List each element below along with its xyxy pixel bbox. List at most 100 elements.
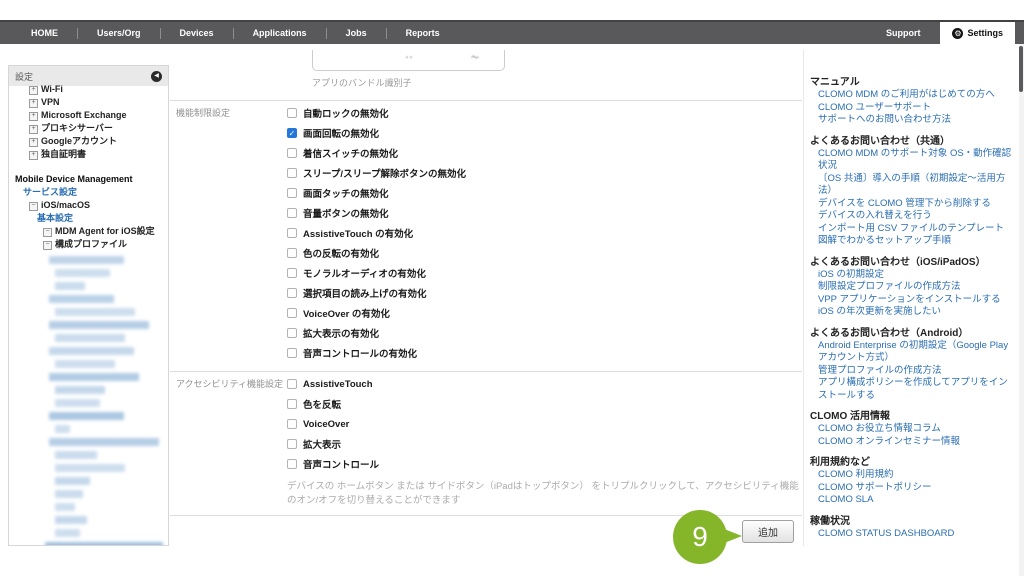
help-link[interactable]: iOS の年次更新を実施したい — [810, 306, 1017, 319]
help-link[interactable]: iOS の初期設定 — [810, 269, 1017, 282]
bundle-identifier-hint: アプリのバンドル識別子 — [312, 76, 411, 89]
collapse-icon[interactable]: − — [43, 228, 52, 237]
expand-icon[interactable]: + — [29, 151, 38, 160]
redacted-sidebar-item[interactable] — [45, 542, 163, 546]
redacted-sidebar-item[interactable] — [55, 282, 85, 290]
redacted-sidebar-item[interactable] — [55, 490, 83, 498]
expand-icon[interactable]: + — [29, 138, 38, 147]
help-link[interactable]: 管理プロファイルの作成方法 — [810, 365, 1017, 378]
help-link[interactable]: Android Enterprise の初期設定（Google Play アカウ… — [810, 340, 1017, 365]
help-link[interactable]: 〔OS 共通〕導入の手順（初期設定〜活用方法） — [810, 173, 1017, 198]
checkbox[interactable] — [287, 188, 297, 198]
redacted-sidebar-item[interactable] — [55, 451, 97, 459]
checkbox[interactable] — [287, 228, 297, 238]
expand-icon[interactable]: + — [29, 125, 38, 134]
checkbox[interactable] — [287, 308, 297, 318]
help-link[interactable]: CLOMO ユーザーサポート — [810, 102, 1017, 115]
nav-item-users-org[interactable]: Users/Org — [78, 28, 160, 38]
sidebar-item[interactable]: +Microsoft Exchange — [15, 109, 164, 122]
redacted-sidebar-item[interactable] — [49, 295, 114, 303]
redacted-sidebar-item[interactable] — [49, 438, 159, 446]
checkbox[interactable] — [287, 168, 297, 178]
help-link[interactable]: CLOMO お役立ち情報コラム — [810, 423, 1017, 436]
checkbox[interactable] — [287, 419, 297, 429]
add-button[interactable]: 追加 — [742, 520, 794, 543]
checkbox[interactable] — [287, 248, 297, 258]
redacted-sidebar-item[interactable] — [55, 425, 70, 433]
redacted-sidebar-item[interactable] — [55, 503, 75, 511]
support-button[interactable]: Support — [866, 28, 941, 38]
redacted-sidebar-item[interactable] — [49, 373, 139, 381]
nav-item-devices[interactable]: Devices — [161, 28, 233, 38]
sidebar-item[interactable]: +Googleアカウント — [15, 135, 164, 148]
redacted-sidebar-item[interactable] — [49, 412, 124, 420]
collapse-icon[interactable]: − — [43, 241, 52, 250]
checkbox[interactable] — [287, 268, 297, 278]
help-link[interactable]: CLOMO 利用規約 — [810, 469, 1017, 482]
scrollbar-thumb[interactable] — [1019, 46, 1023, 92]
help-link[interactable]: 図解でわかるセットアップ手順 — [810, 235, 1017, 248]
redacted-sidebar-item[interactable] — [55, 529, 80, 537]
nav-item-reports[interactable]: Reports — [387, 28, 459, 38]
help-section-title: CLOMO 活用情報 — [810, 410, 1017, 423]
redacted-sidebar-item[interactable] — [55, 477, 90, 485]
nav-item-home[interactable]: HOME — [12, 28, 77, 38]
expand-icon[interactable]: + — [29, 86, 38, 95]
sidebar-item[interactable]: +Wi-Fi — [15, 83, 164, 96]
help-link[interactable]: VPP アプリケーションをインストールする — [810, 294, 1017, 307]
sidebar-item[interactable]: サービス設定 — [15, 186, 164, 199]
sidebar-item[interactable]: −構成プロファイル — [15, 238, 164, 251]
redacted-sidebar-item[interactable] — [55, 464, 125, 472]
help-link[interactable]: CLOMO サポートポリシー — [810, 482, 1017, 495]
expand-icon[interactable]: + — [29, 112, 38, 121]
checkbox[interactable] — [287, 108, 297, 118]
redacted-sidebar-item[interactable] — [55, 269, 110, 277]
help-link[interactable]: アプリ構成ポリシーを作成してアプリをインストールする — [810, 377, 1017, 402]
redacted-sidebar-item[interactable] — [49, 321, 149, 329]
sidebar-collapse-icon[interactable]: ◀ — [151, 71, 162, 82]
redacted-sidebar-item[interactable] — [55, 360, 115, 368]
nav-item-applications[interactable]: Applications — [234, 28, 326, 38]
checkbox[interactable] — [287, 348, 297, 358]
help-link[interactable]: サポートへのお問い合わせ方法 — [810, 114, 1017, 127]
sidebar-item[interactable]: −iOS/macOS — [15, 199, 164, 212]
bundle-identifier-input[interactable]: ･･ 〜 — [312, 50, 505, 71]
sidebar-item[interactable]: −MDM Agent for iOS設定 — [15, 225, 164, 238]
sidebar-item[interactable]: +VPN — [15, 96, 164, 109]
help-link[interactable]: インポート用 CSV ファイルのテンプレート — [810, 223, 1017, 236]
help-link[interactable]: デバイスを CLOMO 管理下から削除する — [810, 198, 1017, 211]
help-link[interactable]: CLOMO STATUS DASHBOARD — [810, 528, 1017, 541]
checkbox[interactable] — [287, 459, 297, 469]
collapse-icon[interactable]: − — [29, 202, 38, 211]
checkbox[interactable] — [287, 379, 297, 389]
nav-item-jobs[interactable]: Jobs — [327, 28, 386, 38]
checkbox[interactable] — [287, 148, 297, 158]
redacted-sidebar-item[interactable] — [55, 516, 87, 524]
help-link[interactable]: CLOMO オンラインセミナー情報 — [810, 436, 1017, 449]
redacted-sidebar-item[interactable] — [49, 347, 134, 355]
redacted-sidebar-item[interactable] — [55, 308, 135, 316]
help-link[interactable]: CLOMO MDM のサポート対象 OS・動作確認状況 — [810, 148, 1017, 173]
help-link[interactable]: 制限設定プロファイルの作成方法 — [810, 281, 1017, 294]
redacted-sidebar-item[interactable] — [55, 334, 125, 342]
sidebar-item[interactable]: +プロキシサーバー — [15, 122, 164, 135]
sidebar-item[interactable]: 基本設定 — [15, 212, 164, 225]
help-link[interactable]: デバイスの入れ替えを行う — [810, 210, 1017, 223]
checkbox[interactable] — [287, 439, 297, 449]
help-section-title: よくあるお問い合わせ（Android） — [810, 327, 1017, 340]
checkbox[interactable] — [287, 288, 297, 298]
checkbox[interactable] — [287, 208, 297, 218]
sidebar-item[interactable]: +独自証明書 — [15, 148, 164, 161]
sidebar-item[interactable]: Mobile Device Management — [15, 173, 164, 186]
redacted-sidebar-item[interactable] — [49, 256, 124, 264]
redacted-sidebar-item[interactable] — [55, 386, 105, 394]
settings-tab[interactable]: ⚙ Settings — [940, 22, 1015, 44]
help-link[interactable]: CLOMO MDM のご利用がはじめての方へ — [810, 89, 1017, 102]
redacted-sidebar-item[interactable] — [55, 399, 100, 407]
checkbox[interactable] — [287, 399, 297, 409]
scrollbar-track[interactable] — [1019, 44, 1024, 576]
checkbox[interactable] — [287, 328, 297, 338]
checkbox[interactable]: ✓ — [287, 128, 297, 138]
help-link[interactable]: CLOMO SLA — [810, 494, 1017, 507]
expand-icon[interactable]: + — [29, 99, 38, 108]
